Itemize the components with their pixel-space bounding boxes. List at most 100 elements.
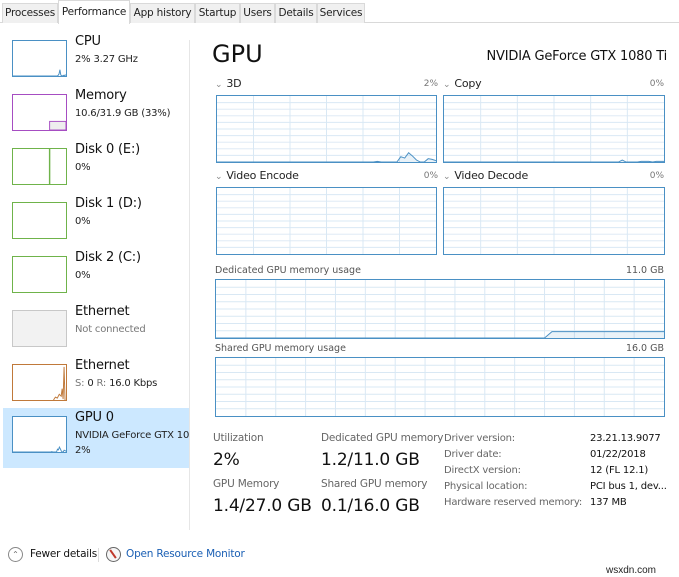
engine-label: Copy [454, 77, 482, 90]
chevron-down-icon: ⌄ [215, 80, 223, 90]
engine-value: 0% [649, 171, 664, 181]
shared-memory-graph-max: 16.0 GB [625, 343, 664, 354]
disk1-thumbnail-graph [12, 202, 67, 239]
gpu-thumbnail-graph [12, 416, 67, 453]
dedicated-memory-graph-max: 11.0 GB [625, 265, 664, 276]
dedicated-memory-value: 1.2/11.0 GB [321, 450, 420, 470]
directx-version-label: DirectX version: [444, 465, 521, 476]
engine-selector-video-encode[interactable]: ⌄ Video Encode [215, 169, 299, 182]
engine-value: 0% [649, 79, 664, 89]
sidebar-item-memory[interactable]: Memory 10.6/31.9 GB (33%) [3, 86, 189, 144]
hardware-reserved-memory-label: Hardware reserved memory: [444, 497, 582, 508]
memory-thumbnail-graph [12, 94, 67, 131]
directx-version-value: 12 (FL 12.1) [590, 465, 649, 476]
shared-memory-value: 0.1/16.0 GB [321, 496, 420, 516]
engine-label: Video Encode [226, 169, 299, 182]
open-resource-monitor-link[interactable]: Open Resource Monitor [126, 548, 245, 560]
utilization-value: 2% [213, 450, 240, 470]
graph-dedicated-memory [215, 279, 665, 339]
sidebar-item-disk-0[interactable]: Disk 0 (E:) 0% [3, 140, 189, 198]
driver-date-value: 01/22/2018 [590, 449, 646, 460]
send-label: S: [75, 378, 85, 389]
graph-video-encode [216, 187, 437, 255]
engine-value: 0% [423, 171, 438, 181]
sidebar-item-cpu[interactable]: CPU 2% 3.27 GHz [3, 32, 189, 90]
engine-selector-3d[interactable]: ⌄ 3D [215, 77, 242, 90]
gpu-thumb-line [13, 445, 66, 452]
dedicated-memory-graph-label: Dedicated GPU memory usage [215, 265, 361, 276]
sidebar-item-title: Ethernet [75, 304, 130, 319]
fewer-details-button[interactable]: Fewer details [30, 548, 97, 560]
sidebar-item-subtitle: NVIDIA GeForce GTX 1080 Ti [75, 430, 189, 441]
sidebar-item-subtitle: 10.6/31.9 GB (33%) [75, 108, 171, 119]
watermark: wsxdn.com [606, 565, 657, 576]
cpu-thumb-line [13, 69, 66, 76]
send-value: 0 [87, 378, 94, 389]
page-title: GPU [212, 40, 263, 68]
sidebar-item-title: Disk 2 (C:) [75, 250, 141, 265]
resource-monitor-icon [106, 547, 121, 562]
shared-memory-graph-label: Shared GPU memory usage [215, 343, 346, 354]
sidebar-item-title: CPU [75, 34, 101, 49]
dedicated-memory-label: Dedicated GPU memory [321, 432, 444, 444]
sidebar-item-subtitle-2: 2% [75, 445, 91, 456]
chevron-up-icon[interactable]: ⌃ [8, 547, 23, 562]
engine-label: Video Decode [454, 169, 529, 182]
sidebar-item-title: Ethernet [75, 358, 130, 373]
receive-label: R: [96, 378, 107, 389]
chevron-down-icon: ⌄ [443, 172, 451, 182]
sidebar-item-disk-2[interactable]: Disk 2 (C:) 0% [3, 248, 189, 306]
engine-value: 2% [423, 79, 438, 89]
sidebar-item-ethernet[interactable]: Ethernet S: 0 R: 16.0 Kbps [3, 356, 189, 414]
tab-users[interactable]: Users [240, 3, 275, 23]
sidebar-item-disk-1[interactable]: Disk 1 (D:) 0% [3, 194, 189, 252]
tab-performance[interactable]: Performance [58, 0, 130, 24]
chevron-down-icon: ⌄ [215, 172, 223, 182]
gpu-memory-value: 1.4/27.0 GB [213, 496, 312, 516]
sidebar-item-subtitle: Not connected [75, 324, 146, 335]
shared-memory-label: Shared GPU memory [321, 478, 428, 490]
sidebar-item-subtitle: 2% 3.27 GHz [75, 54, 138, 65]
cpu-thumbnail-graph [12, 40, 67, 77]
ethernet-traffic-line [53, 366, 66, 400]
sidebar-item-subtitle: S: 0 R: 16.0 Kbps [75, 378, 157, 389]
receive-value: 16.0 Kbps [109, 378, 158, 389]
tab-processes[interactable]: Processes [2, 3, 58, 23]
ethernet-thumbnail-graph [12, 364, 67, 401]
driver-date-label: Driver date: [444, 449, 502, 460]
chevron-down-icon: ⌄ [443, 80, 451, 90]
physical-location-label: Physical location: [444, 481, 528, 492]
sidebar-divider [189, 40, 190, 530]
ethernet-thumbnail-graph [12, 310, 67, 347]
dedicated-memory-usage-area [216, 331, 664, 338]
graph-copy [443, 95, 665, 163]
memory-composition-block [49, 120, 66, 130]
tab-bar: Processes Performance App history Startu… [0, 0, 679, 24]
sidebar-item-ethernet-disconnected[interactable]: Ethernet Not connected [3, 302, 189, 360]
tab-startup[interactable]: Startup [195, 3, 240, 23]
graph-3d [216, 95, 437, 163]
sidebar-item-subtitle: 0% [75, 270, 91, 281]
sidebar-item-subtitle: 0% [75, 162, 91, 173]
sidebar-item-title: Disk 1 (D:) [75, 196, 142, 211]
tab-services[interactable]: Services [317, 3, 365, 23]
driver-version-value: 23.21.13.9077 [590, 433, 661, 444]
hardware-reserved-memory-value: 137 MB [590, 497, 627, 508]
disk0-thumbnail-graph [12, 148, 67, 185]
tab-app-history[interactable]: App history [130, 3, 195, 23]
footer: ⌃ Fewer details Open Resource Monitor [0, 540, 679, 570]
engine-selector-video-decode[interactable]: ⌄ Video Decode [443, 169, 528, 182]
device-name: NVIDIA GeForce GTX 1080 Ti [486, 49, 668, 64]
tab-details[interactable]: Details [275, 3, 317, 23]
physical-location-value: PCI bus 1, dev... [590, 481, 667, 492]
graph-shared-memory [215, 357, 665, 417]
sidebar-item-title: GPU 0 [75, 410, 114, 425]
disk2-thumbnail-graph [12, 256, 67, 293]
sidebar-item-subtitle: 0% [75, 216, 91, 227]
graph-video-decode [443, 187, 665, 255]
gpu-memory-label: GPU Memory [213, 478, 280, 490]
sidebar-item-title: Disk 0 (E:) [75, 142, 140, 157]
driver-version-label: Driver version: [444, 433, 515, 444]
sidebar-item-gpu-0[interactable]: GPU 0 NVIDIA GeForce GTX 1080 Ti 2% [3, 408, 189, 468]
engine-selector-copy[interactable]: ⌄ Copy [443, 77, 482, 90]
